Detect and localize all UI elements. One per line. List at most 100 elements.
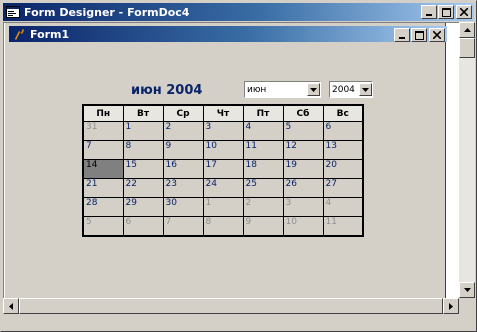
scroll-right-button[interactable] xyxy=(443,298,459,314)
calendar-day[interactable]: 15 xyxy=(122,159,164,179)
form-minimize-button[interactable] xyxy=(394,28,410,42)
calendar-week-row: 21 22 23 24 25 26 27 xyxy=(82,178,364,198)
form-close-button[interactable] xyxy=(429,28,445,42)
calendar-week-row: 7 8 9 10 11 12 13 xyxy=(82,140,364,160)
calendar-day[interactable]: 27 xyxy=(322,178,364,198)
calendar-week-row: 14 15 16 17 18 19 20 xyxy=(82,159,364,179)
weekday-label: Вт xyxy=(122,104,164,122)
calendar-day[interactable]: 5 xyxy=(282,121,324,141)
calendar-day[interactable]: 30 xyxy=(162,197,204,217)
form-icon xyxy=(11,26,27,42)
calendar-day[interactable]: 21 xyxy=(82,178,124,198)
calendar-day[interactable]: 19 xyxy=(282,159,324,179)
weekday-label: Сб xyxy=(282,104,324,122)
vertical-scroll-thumb[interactable] xyxy=(459,38,475,58)
calendar-day[interactable]: 11 xyxy=(242,140,284,160)
close-icon xyxy=(433,31,441,39)
calendar-header: июн 2004 xyxy=(131,83,203,98)
calendar-day[interactable]: 1 xyxy=(122,121,164,141)
calendar-day-selected[interactable]: 14 xyxy=(82,159,124,179)
form-maximize-button[interactable] xyxy=(411,28,427,42)
calendar-day-other-month[interactable]: 31 xyxy=(82,121,124,141)
app-close-button[interactable] xyxy=(456,5,472,19)
minimize-icon xyxy=(399,37,405,39)
calendar-day-other-month[interactable]: 6 xyxy=(122,216,164,236)
calendar-day-other-month[interactable]: 8 xyxy=(202,216,244,236)
maximize-icon xyxy=(414,30,424,40)
year-select-value: 2004 xyxy=(332,84,355,95)
calendar-day[interactable]: 6 xyxy=(322,121,364,141)
calendar-day[interactable]: 12 xyxy=(282,140,324,160)
calendar-day[interactable]: 25 xyxy=(242,178,284,198)
form-title: Form1 xyxy=(30,27,70,41)
calendar-day-other-month[interactable]: 2 xyxy=(242,197,284,217)
arrow-up-icon xyxy=(463,28,471,32)
month-select-value: июн xyxy=(247,84,267,95)
calendar-day[interactable]: 4 xyxy=(242,121,284,141)
scroll-left-button[interactable] xyxy=(3,298,19,314)
calendar-day[interactable]: 22 xyxy=(122,178,164,198)
month-dropdown-button[interactable] xyxy=(307,83,320,96)
calendar-day[interactable]: 23 xyxy=(162,178,204,198)
calendar-week-row: 28 29 30 1 2 3 4 xyxy=(82,197,364,217)
calendar-day[interactable]: 28 xyxy=(82,197,124,217)
calendar-day[interactable]: 29 xyxy=(122,197,164,217)
calendar-day-other-month[interactable]: 1 xyxy=(202,197,244,217)
calendar-day-other-month[interactable]: 5 xyxy=(82,216,124,236)
calendar-day[interactable]: 9 xyxy=(162,140,204,160)
calendar-day[interactable]: 26 xyxy=(282,178,324,198)
calendar-day-other-month[interactable]: 7 xyxy=(162,216,204,236)
calendar-day[interactable]: 18 xyxy=(242,159,284,179)
weekday-label: Пт xyxy=(242,104,284,122)
year-select[interactable]: 2004 xyxy=(329,81,373,98)
calendar-day-other-month[interactable]: 11 xyxy=(322,216,364,236)
weekday-label: Чт xyxy=(202,104,244,122)
app-icon xyxy=(5,4,21,20)
vertical-scrollbar[interactable] xyxy=(459,22,475,298)
calendar-day-other-month[interactable]: 3 xyxy=(282,197,324,217)
calendar-day[interactable]: 17 xyxy=(202,159,244,179)
form-window[interactable]: Form1 июн 2004 июн 2004 Пн Вт Ср Чт Пт С… xyxy=(4,23,447,299)
weekday-label: Ср xyxy=(162,104,204,122)
arrow-right-icon xyxy=(449,302,453,310)
calendar-day-other-month[interactable]: 10 xyxy=(282,216,324,236)
horizontal-scrollbar[interactable] xyxy=(3,298,459,314)
month-select[interactable]: июн xyxy=(244,81,321,98)
app-title-bar[interactable]: Form Designer - FormDoc4 xyxy=(3,3,474,21)
calendar-day[interactable]: 24 xyxy=(202,178,244,198)
app-minimize-button[interactable] xyxy=(421,5,437,19)
calendar-day[interactable]: 13 xyxy=(322,140,364,160)
calendar-day[interactable]: 16 xyxy=(162,159,204,179)
calendar-grid: Пн Вт Ср Чт Пт Сб Вс 31 1 2 3 4 5 6 7 8 … xyxy=(82,104,364,237)
calendar-week-row: 31 1 2 3 4 5 6 xyxy=(82,121,364,141)
app-title: Form Designer - FormDoc4 xyxy=(24,5,190,19)
year-dropdown-button[interactable] xyxy=(359,83,372,96)
weekday-label: Пн xyxy=(82,104,124,122)
app-window: Form Designer - FormDoc4 Form1 июн 2004 … xyxy=(0,0,477,332)
calendar-day-other-month[interactable]: 9 xyxy=(242,216,284,236)
scroll-down-button[interactable] xyxy=(459,282,475,298)
minimize-icon xyxy=(426,14,432,16)
horizontal-scroll-thumb[interactable] xyxy=(19,298,443,314)
form-title-bar[interactable]: Form1 xyxy=(9,26,447,42)
arrow-down-icon xyxy=(463,288,471,292)
chevron-down-icon xyxy=(310,87,317,92)
calendar-day[interactable]: 8 xyxy=(122,140,164,160)
scrollbar-corner xyxy=(459,298,475,314)
app-maximize-button[interactable] xyxy=(438,5,454,19)
close-icon xyxy=(460,8,468,16)
arrow-left-icon xyxy=(9,302,13,310)
calendar-day[interactable]: 7 xyxy=(82,140,124,160)
maximize-icon xyxy=(441,7,451,17)
calendar-day-other-month[interactable]: 4 xyxy=(322,197,364,217)
mdi-client-area: Form1 июн 2004 июн 2004 Пн Вт Ср Чт Пт С… xyxy=(3,22,459,299)
calendar-day[interactable]: 10 xyxy=(202,140,244,160)
chevron-down-icon xyxy=(362,87,369,92)
weekday-header-row: Пн Вт Ср Чт Пт Сб Вс xyxy=(82,104,364,122)
calendar-day[interactable]: 3 xyxy=(202,121,244,141)
calendar-week-row: 5 6 7 8 9 10 11 xyxy=(82,216,364,236)
calendar-day[interactable]: 2 xyxy=(162,121,204,141)
form-window-buttons xyxy=(393,28,445,42)
calendar-day[interactable]: 20 xyxy=(322,159,364,179)
scroll-up-button[interactable] xyxy=(459,22,475,38)
